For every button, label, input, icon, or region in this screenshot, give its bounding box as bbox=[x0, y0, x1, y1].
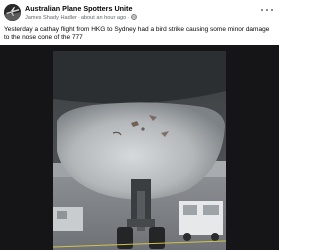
post-meta: James Shady Hadler·about an hour ago· bbox=[25, 13, 137, 23]
meta-separator-2: · bbox=[127, 14, 130, 21]
meta-separator: · bbox=[77, 14, 80, 21]
post-caption: Yesterday a cathay flight from HKG to Sy… bbox=[4, 26, 270, 41]
post-media[interactable] bbox=[0, 45, 279, 250]
globe-icon bbox=[131, 13, 137, 23]
author-name[interactable]: James Shady Hadler bbox=[25, 15, 77, 21]
post-header: Australian Plane Spotters Unite James Sh… bbox=[0, 0, 279, 24]
facebook-post: Australian Plane Spotters Unite James Sh… bbox=[0, 0, 279, 250]
more-options-icon[interactable] bbox=[261, 6, 273, 14]
post-timestamp[interactable]: about an hour ago bbox=[81, 15, 126, 21]
aircraft-nose-photo[interactable] bbox=[53, 51, 226, 250]
group-avatar[interactable] bbox=[4, 4, 21, 21]
group-name[interactable]: Australian Plane Spotters Unite bbox=[25, 4, 132, 13]
